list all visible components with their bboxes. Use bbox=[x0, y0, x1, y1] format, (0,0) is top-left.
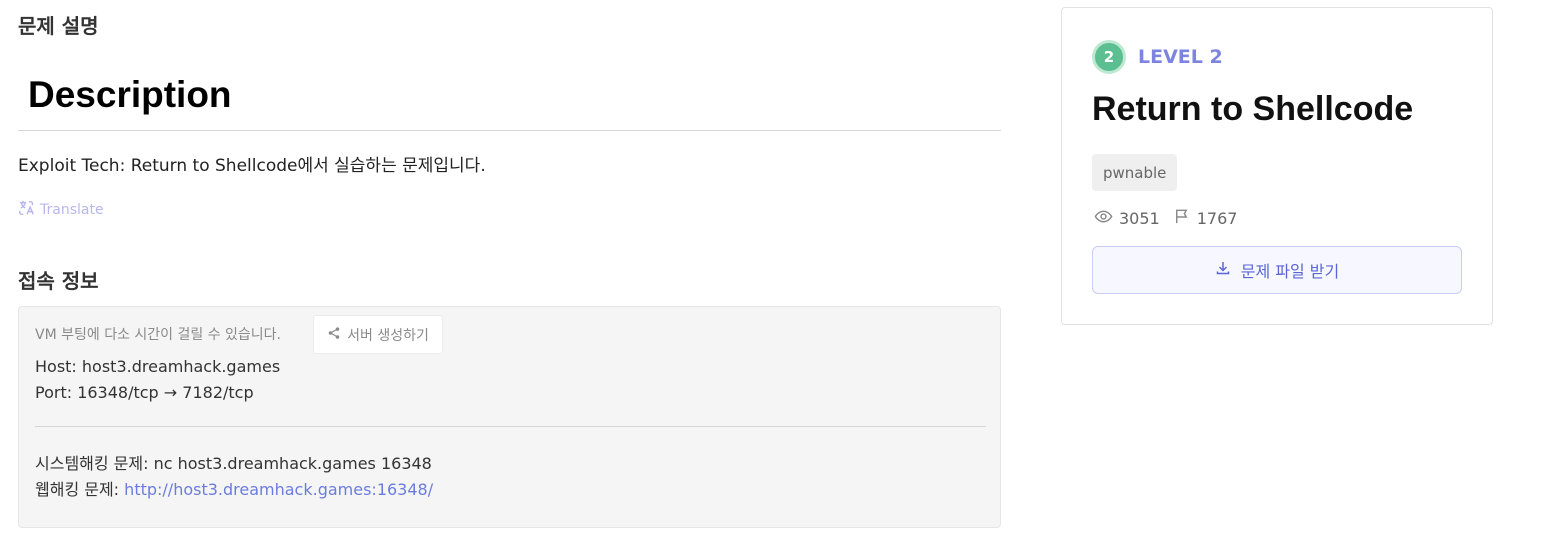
download-label: 문제 파일 받기 bbox=[1240, 262, 1340, 281]
eye-icon bbox=[1094, 207, 1119, 230]
challenge-title: Return to Shellcode bbox=[1092, 90, 1414, 128]
system-hacking-command: 시스템해킹 문제: nc host3.dreamhack.games 16348 bbox=[35, 454, 432, 473]
challenge-info-card: 2 LEVEL 2 Return to Shellcode pwnable 30… bbox=[1061, 7, 1493, 325]
create-server-label: 서버 생성하기 bbox=[347, 327, 429, 344]
web-hacking-link[interactable]: http://host3.dreamhack.games:16348/ bbox=[124, 480, 433, 499]
level-badge: 2 bbox=[1092, 40, 1126, 74]
challenge-stats: 3051 1767 bbox=[1094, 207, 1237, 230]
download-icon bbox=[1215, 260, 1231, 280]
description-text: Exploit Tech: Return to Shellcode에서 실습하는… bbox=[18, 156, 486, 176]
level-label: LEVEL 2 bbox=[1138, 46, 1223, 68]
download-files-button[interactable]: 문제 파일 받기 bbox=[1092, 246, 1462, 294]
translate-button[interactable]: Translate bbox=[18, 199, 104, 221]
views-count: 3051 bbox=[1119, 209, 1160, 228]
create-server-button[interactable]: 서버 생성하기 bbox=[313, 315, 443, 354]
translate-icon bbox=[18, 199, 36, 221]
level-row: 2 LEVEL 2 bbox=[1092, 40, 1223, 74]
category-tag[interactable]: pwnable bbox=[1092, 154, 1178, 191]
translate-label: Translate bbox=[40, 202, 104, 218]
description-divider bbox=[18, 130, 1001, 131]
port-info: Port: 16348/tcp → 7182/tcp bbox=[35, 383, 254, 402]
share-icon bbox=[327, 326, 341, 344]
web-hacking-info: 웹해킹 문제: http://host3.dreamhack.games:163… bbox=[35, 476, 433, 500]
solves-count: 1767 bbox=[1196, 209, 1238, 228]
web-hacking-label: 웹해킹 문제: bbox=[35, 480, 125, 499]
host-info: Host: host3.dreamhack.games bbox=[35, 357, 281, 376]
access-divider bbox=[35, 426, 986, 427]
boot-note: VM 부팅에 다소 시간이 걸릴 수 있습니다. bbox=[35, 327, 282, 343]
description-heading: Description bbox=[28, 74, 232, 115]
access-section-heading: 접속 정보 bbox=[18, 269, 99, 293]
problem-section-heading: 문제 설명 bbox=[18, 14, 99, 38]
flag-icon bbox=[1172, 207, 1197, 230]
access-info-box: VM 부팅에 다소 시간이 걸릴 수 있습니다. 서버 생성하기 Host: h… bbox=[18, 306, 1001, 528]
